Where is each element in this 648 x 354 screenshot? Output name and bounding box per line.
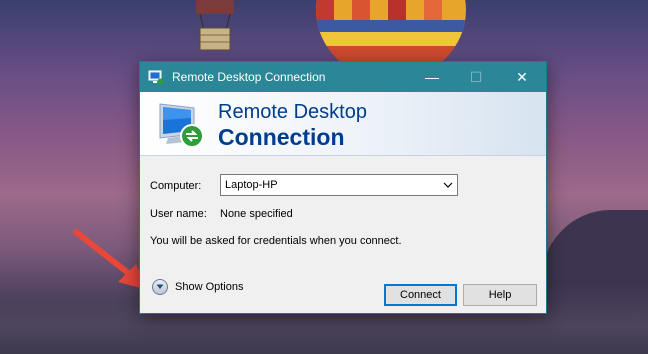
maximize-button[interactable]: ☐ (454, 62, 498, 92)
remote-desktop-window: Remote Desktop Connection — ☐ ✕ Remote D… (139, 61, 547, 314)
close-icon: ✕ (516, 68, 528, 85)
computer-combobox[interactable]: Laptop-HP (220, 174, 458, 196)
chevron-down-icon[interactable] (439, 175, 457, 195)
remote-desktop-app-icon (148, 70, 164, 85)
remote-desktop-monitor-icon (159, 103, 204, 148)
hot-air-balloon-large (316, 0, 466, 70)
hot-air-balloon-basket (196, 0, 234, 51)
banner-title-line2: Connection (218, 124, 345, 150)
close-button[interactable]: ✕ (500, 62, 544, 92)
window-title: Remote Desktop Connection (172, 70, 326, 84)
banner: Remote Desktop Connection (140, 92, 546, 156)
help-button[interactable]: Help (463, 284, 537, 306)
username-label: User name: (150, 208, 207, 220)
banner-title-line1: Remote Desktop (218, 101, 367, 123)
show-options-toggle[interactable]: Show Options (152, 279, 243, 295)
computer-label: Computer: (150, 180, 202, 192)
credentials-info-text: You will be asked for credentials when y… (150, 235, 402, 247)
expand-options-icon[interactable] (152, 279, 168, 295)
computer-value: Laptop-HP (225, 179, 278, 191)
minimize-button[interactable]: — (410, 62, 454, 92)
connect-button[interactable]: Connect (384, 284, 457, 306)
username-value: None specified (220, 208, 293, 220)
show-options-label[interactable]: Show Options (175, 281, 243, 293)
maximize-icon: ☐ (469, 68, 483, 85)
minimize-icon: — (425, 69, 439, 85)
title-bar[interactable]: Remote Desktop Connection — ☐ ✕ (140, 62, 546, 92)
